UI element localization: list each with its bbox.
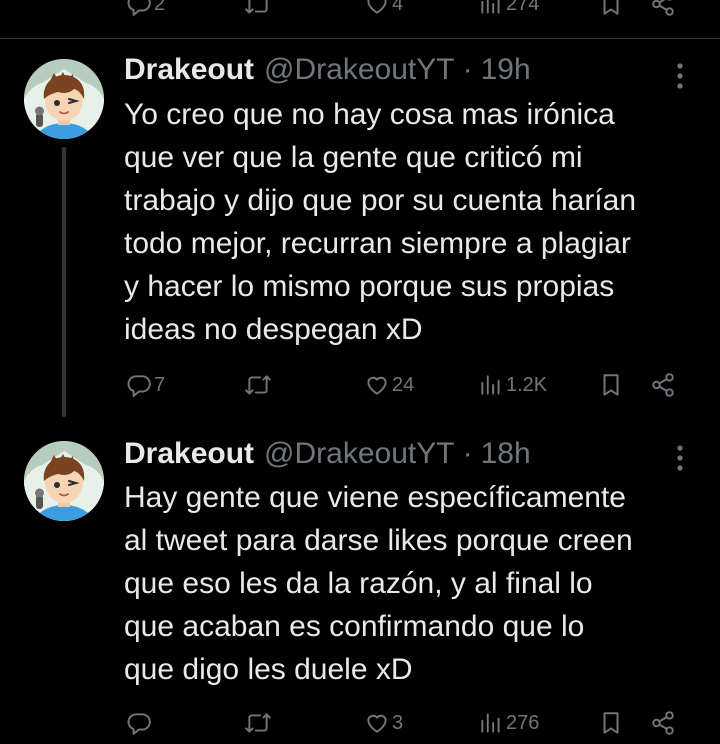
bookmark-button[interactable]: [598, 367, 624, 403]
separator-dot: ·: [462, 53, 473, 86]
previous-view-count: 274: [506, 0, 540, 15]
more-options-button[interactable]: [668, 59, 692, 93]
bookmark-icon: [598, 0, 624, 17]
retweet-icon: [244, 372, 272, 398]
view-count: 1.2K: [506, 373, 548, 396]
more-options-button[interactable]: [668, 441, 692, 475]
share-icon: [650, 372, 676, 398]
like-count: 3: [392, 711, 404, 734]
like-icon: [364, 710, 390, 736]
reply-button[interactable]: [126, 705, 154, 741]
retweet-button[interactable]: [244, 705, 274, 741]
tweet-text: Yo creo que no hay cosa mas irónica que …: [124, 98, 637, 346]
more-icon: [668, 441, 692, 475]
author-name[interactable]: Drakeout: [124, 50, 254, 90]
author-handle[interactable]: @DrakeoutYT: [264, 434, 455, 474]
views-icon: [478, 372, 504, 398]
reply-button[interactable]: 7: [126, 367, 165, 403]
separator-dot: ·: [462, 437, 473, 470]
avatar[interactable]: [24, 441, 104, 521]
previous-reply-button[interactable]: 2: [126, 0, 165, 22]
views-button[interactable]: 276: [478, 705, 539, 741]
like-icon: [364, 372, 390, 398]
tweet-time[interactable]: 19h: [481, 50, 531, 90]
retweet-button[interactable]: [244, 367, 274, 403]
avatar-illustration: [24, 441, 104, 521]
more-icon: [668, 59, 692, 93]
tweet-header: Drakeout @DrakeoutYT · 18h: [124, 434, 531, 474]
avatar-illustration: [24, 59, 104, 139]
tweet[interactable]: Drakeout @DrakeoutYT · 18h Hay gente que…: [0, 420, 720, 744]
previous-like-count: 4: [392, 0, 404, 15]
like-count: 24: [392, 373, 415, 396]
tweet-time[interactable]: 18h: [481, 434, 531, 474]
share-button[interactable]: [650, 367, 676, 403]
bookmark-icon: [598, 372, 624, 398]
bookmark-icon: [598, 710, 624, 736]
views-icon: [478, 710, 504, 736]
reply-count: 7: [154, 373, 166, 396]
share-icon: [650, 710, 676, 736]
author-name[interactable]: Drakeout: [124, 434, 254, 474]
bookmark-button[interactable]: [598, 705, 624, 741]
avatar[interactable]: [24, 59, 104, 139]
tweet-actions: 7 24 1.2K: [0, 367, 720, 403]
share-icon: [650, 0, 676, 17]
share-button[interactable]: [650, 705, 676, 741]
author-handle[interactable]: @DrakeoutYT: [264, 50, 455, 90]
tweet[interactable]: Drakeout @DrakeoutYT · 19h Yo creo que n…: [0, 39, 720, 419]
previous-tweet-actions: 2 4 274: [0, 0, 720, 16]
reply-icon: [126, 372, 152, 398]
view-count: 276: [506, 711, 540, 734]
previous-retweet-button[interactable]: [244, 0, 272, 22]
views-button[interactable]: 1.2K: [478, 367, 547, 403]
tweet-thread: 2 4 274 Drakeout @DrakeoutYT · 19h Yo cr…: [0, 0, 720, 744]
previous-views-button[interactable]: 274: [478, 0, 539, 22]
reply-icon: [126, 0, 152, 17]
previous-share-button[interactable]: [650, 0, 676, 22]
like-button[interactable]: 3: [364, 705, 403, 741]
previous-reply-count: 2: [154, 0, 166, 15]
like-icon: [364, 0, 390, 17]
previous-bookmark-button[interactable]: [598, 0, 624, 22]
views-icon: [478, 0, 504, 17]
retweet-icon: [244, 0, 272, 17]
tweet-header: Drakeout @DrakeoutYT · 19h: [124, 50, 531, 90]
reply-icon: [126, 710, 152, 736]
previous-like-button[interactable]: 4: [364, 0, 403, 22]
tweet-actions: 3 276: [0, 705, 720, 741]
like-button[interactable]: 24: [364, 367, 414, 403]
retweet-icon: [244, 710, 272, 736]
tweet-text: Hay gente que viene específicamente al t…: [124, 481, 633, 686]
